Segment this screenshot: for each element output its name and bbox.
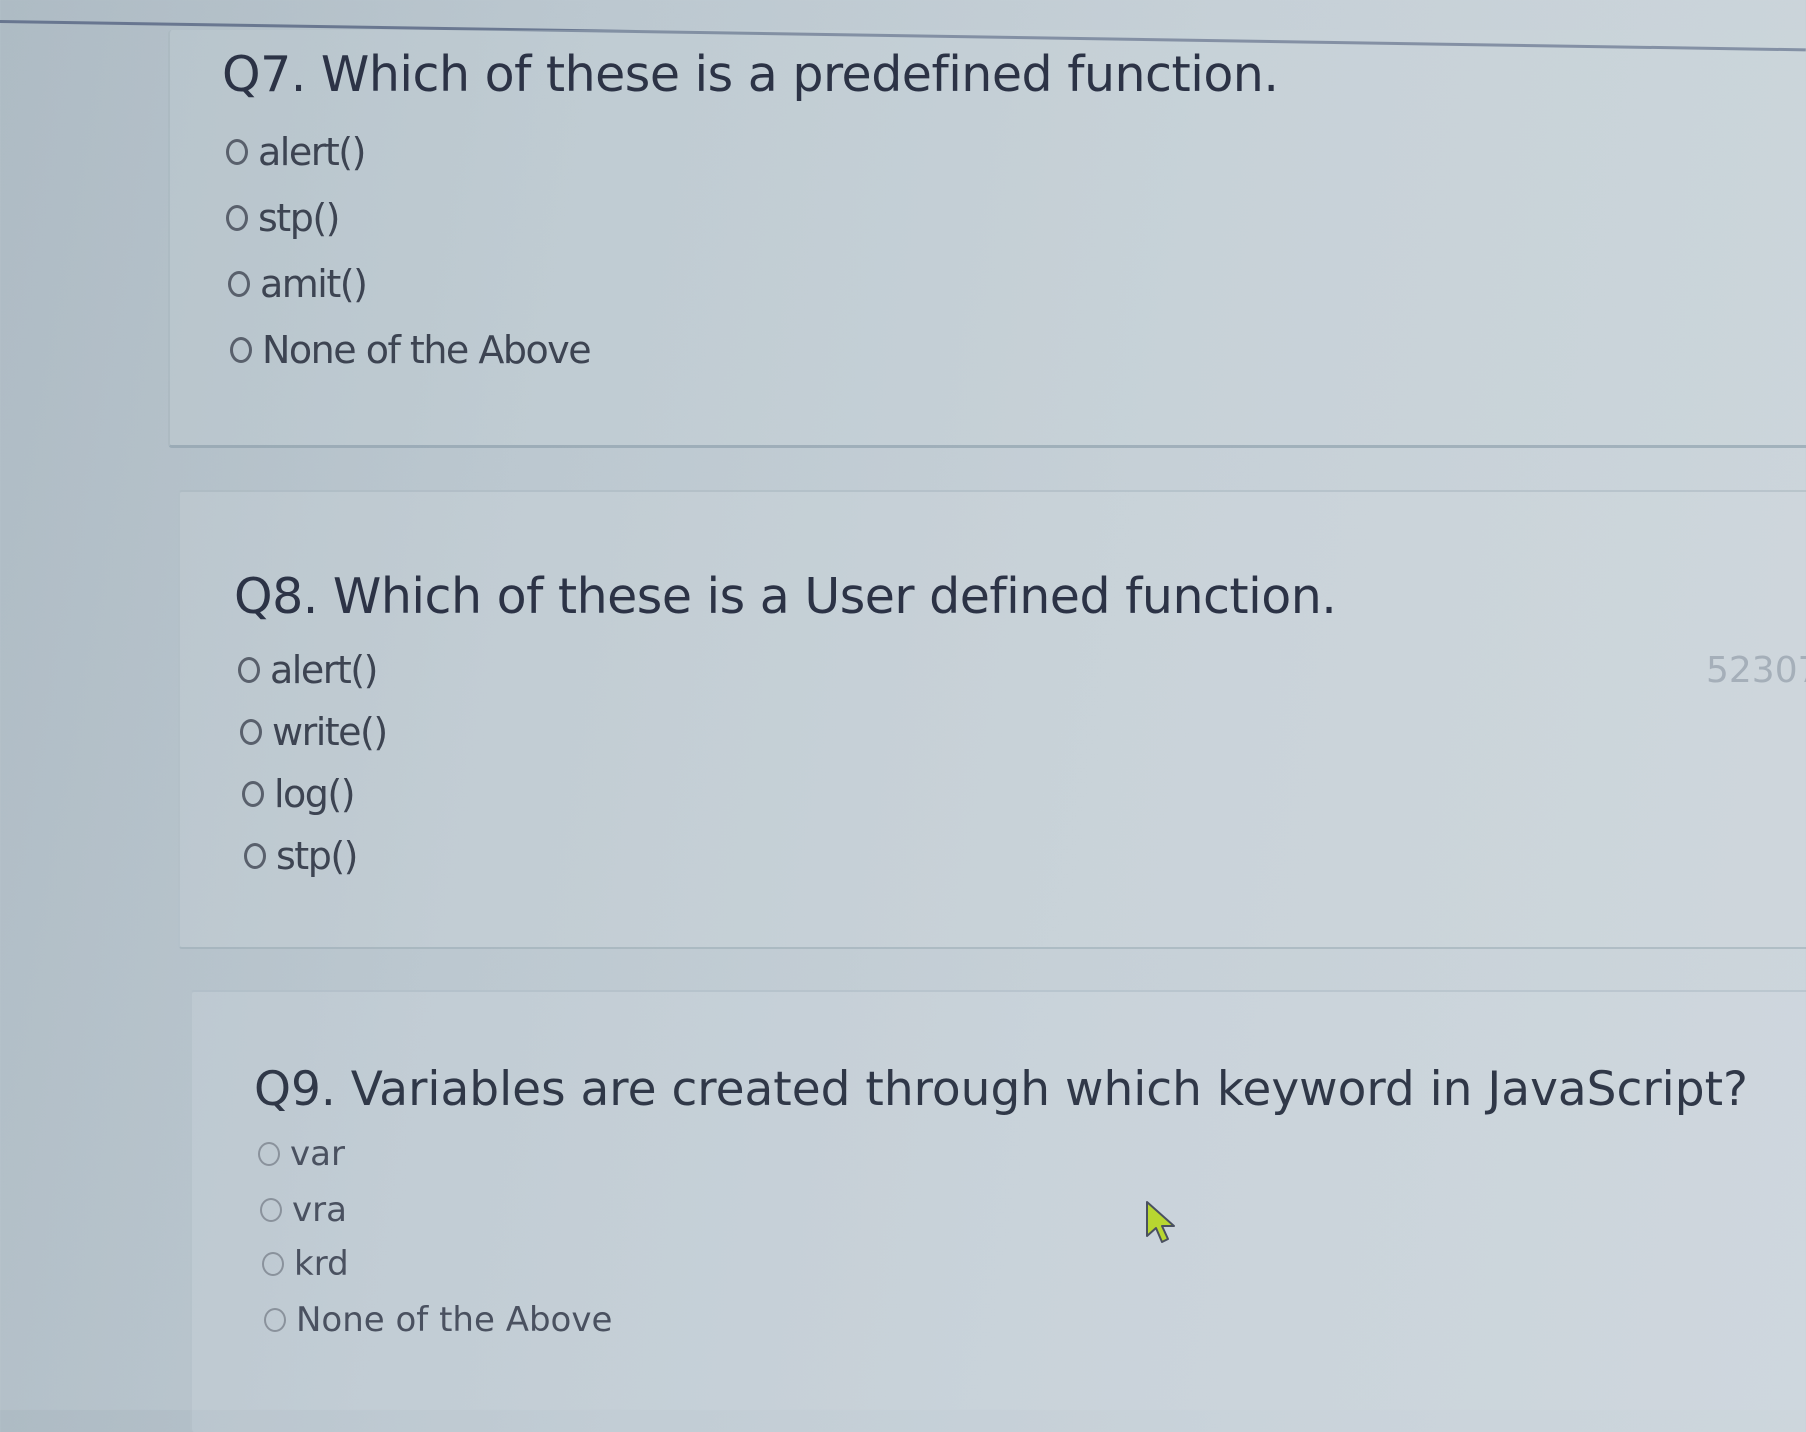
radio-button-icon[interactable] bbox=[258, 1142, 280, 1166]
radio-button-icon[interactable] bbox=[230, 337, 252, 363]
radio-button-icon[interactable] bbox=[262, 1252, 284, 1276]
question-title: Q8. Which of these is a User defined fun… bbox=[234, 568, 1337, 625]
radio-button-icon[interactable] bbox=[238, 657, 260, 683]
option-none-of-the-above[interactable]: None of the Above bbox=[230, 328, 592, 372]
radio-button-icon[interactable] bbox=[264, 1308, 286, 1332]
mouse-pointer-icon bbox=[1146, 1201, 1175, 1243]
option-label: vra bbox=[292, 1190, 347, 1230]
option-stp[interactable]: stp() bbox=[226, 196, 340, 240]
option-label: alert() bbox=[270, 648, 378, 692]
side-counter: 52307 bbox=[1706, 650, 1806, 691]
option-label: krd bbox=[294, 1244, 349, 1284]
option-label: None of the Above bbox=[296, 1300, 613, 1340]
radio-button-icon[interactable] bbox=[244, 843, 266, 869]
option-label: alert() bbox=[258, 130, 366, 174]
option-write[interactable]: write() bbox=[240, 710, 388, 754]
option-label: write() bbox=[272, 710, 388, 754]
option-vra[interactable]: vra bbox=[260, 1190, 347, 1230]
option-label: amit() bbox=[260, 262, 368, 306]
option-label: log() bbox=[274, 772, 356, 816]
question-title: Q7. Which of these is a predefined funct… bbox=[222, 46, 1279, 103]
question-card-q7: Q7. Which of these is a predefined funct… bbox=[168, 30, 1806, 448]
option-label: None of the Above bbox=[262, 328, 592, 372]
question-card-q9: Q9. Variables are created through which … bbox=[190, 990, 1806, 1432]
radio-button-icon[interactable] bbox=[260, 1198, 282, 1222]
option-log[interactable]: log() bbox=[242, 772, 356, 816]
option-alert[interactable]: alert() bbox=[238, 648, 378, 692]
radio-button-icon[interactable] bbox=[228, 271, 250, 297]
option-stp[interactable]: stp() bbox=[244, 834, 358, 878]
question-title: Q9. Variables are created through which … bbox=[254, 1062, 1748, 1117]
option-label: stp() bbox=[258, 196, 340, 240]
option-krd[interactable]: krd bbox=[262, 1244, 349, 1284]
radio-button-icon[interactable] bbox=[242, 781, 264, 807]
option-alert[interactable]: alert() bbox=[226, 130, 366, 174]
option-amit[interactable]: amit() bbox=[228, 262, 368, 306]
option-var[interactable]: var bbox=[258, 1134, 345, 1174]
option-label: stp() bbox=[276, 834, 358, 878]
radio-button-icon[interactable] bbox=[226, 139, 248, 165]
radio-button-icon[interactable] bbox=[240, 719, 262, 745]
question-card-q8: Q8. Which of these is a User defined fun… bbox=[178, 490, 1806, 949]
option-label: var bbox=[290, 1134, 345, 1174]
radio-button-icon[interactable] bbox=[226, 205, 248, 231]
option-none-of-the-above[interactable]: None of the Above bbox=[264, 1300, 612, 1340]
